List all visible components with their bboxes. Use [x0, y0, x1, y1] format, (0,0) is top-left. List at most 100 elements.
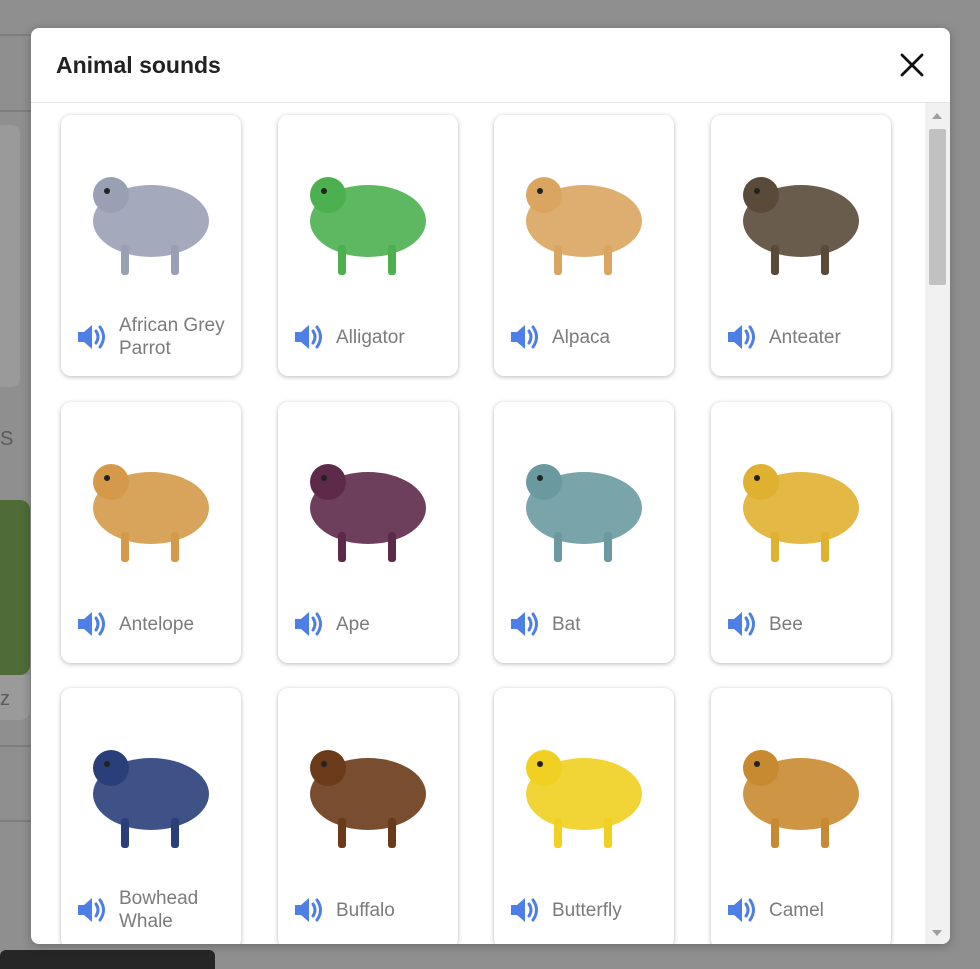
close-button[interactable]	[893, 46, 931, 84]
speaker-icon	[728, 612, 755, 636]
animal-illustration	[504, 133, 664, 293]
background-divider	[0, 820, 32, 822]
speaker-icon	[511, 325, 538, 349]
animal-name: Antelope	[119, 598, 239, 650]
animal-card[interactable]: Bat	[494, 402, 674, 663]
scroll-down-arrow-icon[interactable]	[932, 930, 942, 936]
animal-name-line: Whale	[119, 911, 173, 932]
animal-card[interactable]: Alligator	[278, 115, 458, 376]
animal-name: Ape	[336, 598, 456, 650]
animal-name: Camel	[769, 884, 889, 936]
animal-name: Bee	[769, 598, 889, 650]
play-sound-button[interactable]	[725, 607, 759, 641]
animal-name-text: Anteater	[769, 326, 841, 349]
animal-card[interactable]: Ape	[278, 402, 458, 663]
animal-name-text: Buffalo	[336, 899, 395, 922]
play-sound-button[interactable]	[292, 893, 326, 927]
animal-name-line: Bowhead	[119, 888, 199, 909]
animal-illustration	[71, 133, 231, 293]
play-sound-button[interactable]	[75, 607, 109, 641]
animal-sounds-dialog: Animal sounds African Grey Parrot Alligato…	[31, 28, 950, 944]
animal-card[interactable]: Bee	[711, 402, 891, 663]
animal-name-line: Buffalo	[336, 899, 395, 921]
speaker-icon	[78, 325, 105, 349]
speaker-icon	[78, 898, 105, 922]
speaker-icon	[295, 898, 322, 922]
scroll-up-arrow-icon[interactable]	[932, 113, 942, 119]
play-sound-button[interactable]	[508, 607, 542, 641]
animal-name-line: Bat	[552, 613, 581, 635]
dialog-body: African Grey Parrot Alligator Alpaca Anteate…	[31, 103, 925, 944]
animal-name: Bat	[552, 598, 672, 650]
animal-card[interactable]: Buffalo	[278, 688, 458, 944]
animal-card[interactable]: Antelope	[61, 402, 241, 663]
animal-illustration	[721, 420, 881, 580]
animal-name-text: African Grey Parrot	[119, 314, 225, 360]
play-sound-button[interactable]	[75, 320, 109, 354]
animal-card[interactable]: Camel	[711, 688, 891, 944]
animal-name-text: Butterfly	[552, 899, 622, 922]
animal-name: Buffalo	[336, 884, 456, 936]
animal-name-text: Ape	[336, 613, 370, 636]
animal-illustration	[71, 420, 231, 580]
animal-name-text: Camel	[769, 899, 824, 922]
animal-card[interactable]: Butterfly	[494, 688, 674, 944]
background-thumbnail	[0, 950, 215, 969]
animal-name: Butterfly	[552, 884, 672, 936]
background-divider	[0, 745, 32, 747]
background-card	[0, 125, 20, 387]
speaker-icon	[295, 612, 322, 636]
animal-illustration	[504, 706, 664, 866]
speaker-icon	[511, 898, 538, 922]
speaker-icon	[728, 898, 755, 922]
animal-name-line: Butterfly	[552, 899, 622, 921]
animal-illustration	[288, 420, 448, 580]
animal-card[interactable]: African Grey Parrot	[61, 115, 241, 376]
animal-name: Alligator	[336, 311, 456, 363]
animal-name-text: Bat	[552, 613, 581, 636]
speaker-icon	[511, 612, 538, 636]
background-text: z	[0, 688, 10, 710]
animal-name-text: Bee	[769, 613, 803, 636]
animal-illustration	[288, 706, 448, 866]
play-sound-button[interactable]	[75, 893, 109, 927]
animal-card[interactable]: Anteater	[711, 115, 891, 376]
speaker-icon	[728, 325, 755, 349]
animal-name-line: Anteater	[769, 326, 841, 348]
dialog-header: Animal sounds	[31, 28, 950, 103]
vertical-scrollbar[interactable]	[925, 103, 950, 944]
play-sound-button[interactable]	[292, 320, 326, 354]
animal-name-line: Antelope	[119, 613, 195, 635]
speaker-icon	[78, 612, 105, 636]
scroll-thumb[interactable]	[929, 129, 946, 285]
background-divider	[0, 110, 32, 112]
animal-card[interactable]: Alpaca	[494, 115, 674, 376]
animal-name: African Grey Parrot	[119, 311, 239, 363]
animal-illustration	[288, 133, 448, 293]
play-sound-button[interactable]	[725, 320, 759, 354]
animal-card[interactable]: Bowhead Whale	[61, 688, 241, 944]
animal-name-line: African Grey	[119, 315, 225, 336]
animal-name: Anteater	[769, 311, 889, 363]
animal-name-line: Camel	[769, 899, 824, 921]
animal-name-text: Alpaca	[552, 326, 610, 349]
background-divider	[0, 34, 32, 36]
animal-name-line: Alligator	[336, 326, 405, 348]
play-sound-button[interactable]	[508, 320, 542, 354]
animal-name-line: Alpaca	[552, 326, 611, 348]
animal-name-line: Ape	[336, 613, 370, 635]
animal-name-line: Bee	[769, 613, 803, 635]
animal-illustration	[721, 706, 881, 866]
dialog-title: Animal sounds	[56, 52, 221, 78]
animal-name-text: Alligator	[336, 326, 405, 349]
animal-illustration	[71, 706, 231, 866]
play-sound-button[interactable]	[508, 893, 542, 927]
animal-name-line: Parrot	[119, 338, 171, 359]
play-sound-button[interactable]	[725, 893, 759, 927]
animal-name: Bowhead Whale	[119, 884, 239, 936]
play-sound-button[interactable]	[292, 607, 326, 641]
speaker-icon	[295, 325, 322, 349]
background-text: S	[0, 428, 14, 450]
animal-name: Alpaca	[552, 311, 672, 363]
animal-illustration	[721, 133, 881, 293]
